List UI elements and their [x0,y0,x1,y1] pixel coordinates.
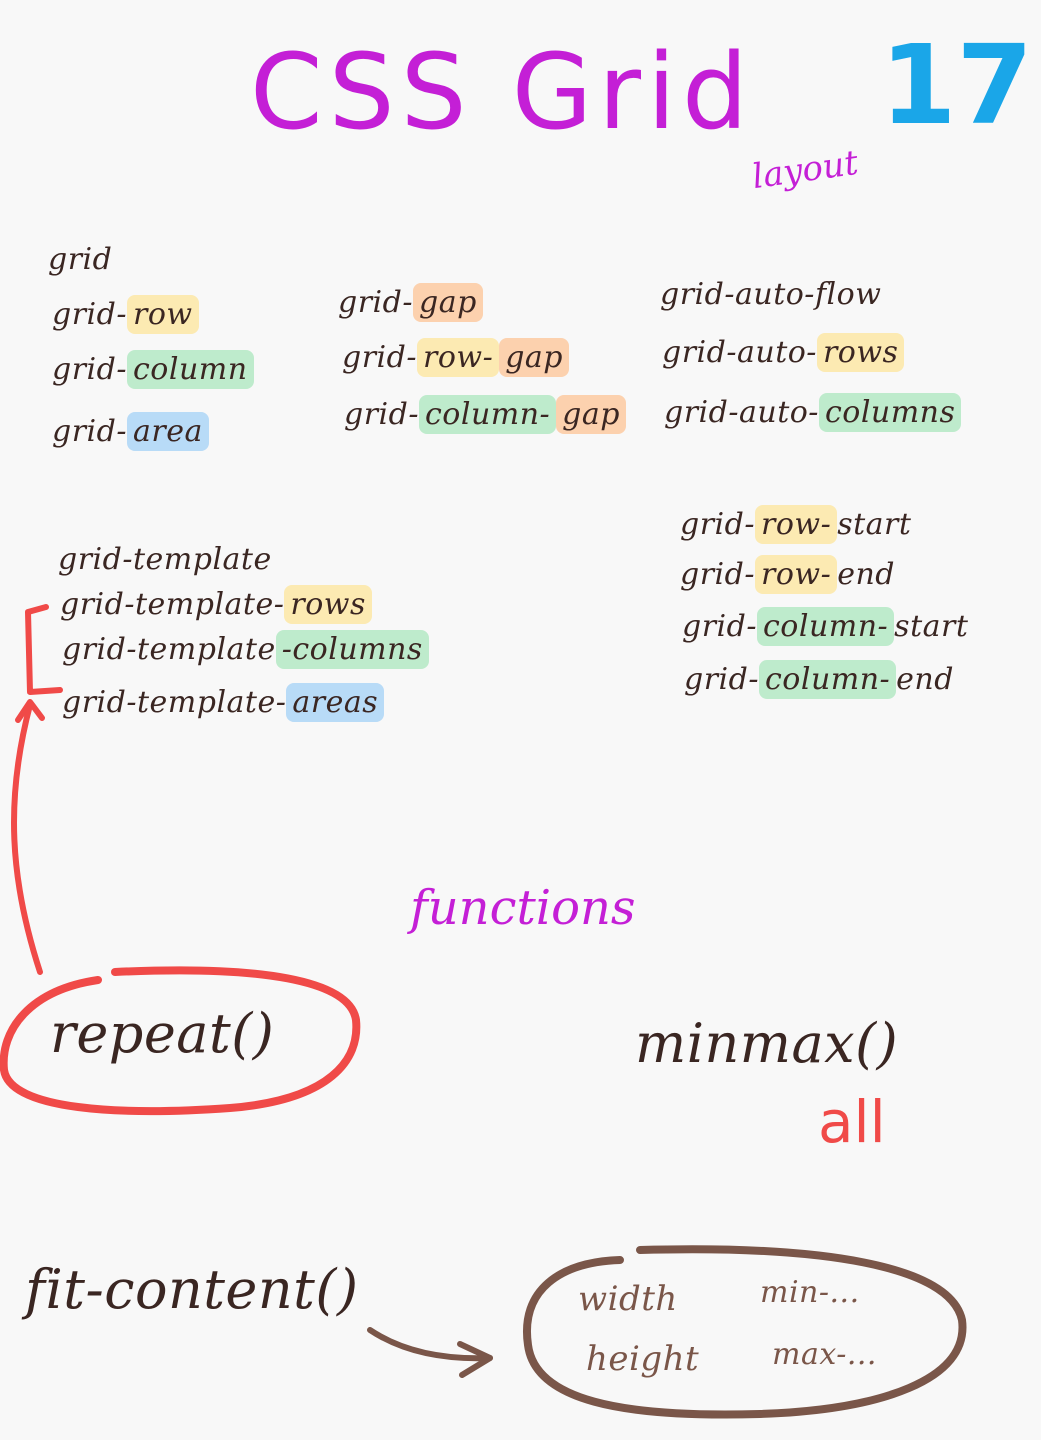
brown-arrow-line [367,1327,493,1362]
arrow-line [11,702,43,975]
func-repeat: repeat() [50,1002,275,1065]
functions-heading: functions [410,880,636,936]
annotation-strokes [0,604,967,1419]
func-fit-content: fit-content() [25,1258,359,1321]
bracket-mark [25,604,63,695]
fit-target-width: width [578,1279,678,1319]
fit-content-circle [522,1245,967,1419]
minmax-note: all [818,1088,886,1156]
func-minmax: minmax() [635,1012,899,1075]
fit-target-max: max-... [772,1337,877,1372]
fit-target-min: min-... [760,1275,860,1310]
fit-target-height: height [586,1339,700,1379]
